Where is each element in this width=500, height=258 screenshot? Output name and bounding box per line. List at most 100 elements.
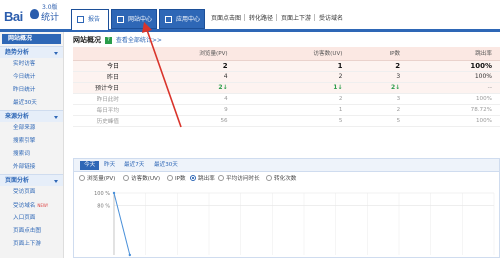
sidebar-item-click-map[interactable]: 页面点击图 (0, 225, 63, 238)
cell-uv: 2 (235, 71, 351, 83)
nav-conversion-path[interactable]: 转化路径 (249, 13, 273, 22)
nav-click-map[interactable]: 页面点击图 (211, 13, 241, 22)
table-row-daily-average: 每日平均 9 1 2 78.72% (73, 104, 500, 116)
tab-site-center[interactable]: 网站中心 (111, 9, 157, 29)
sidebar-item-realtime[interactable]: 实时访客 (0, 58, 63, 71)
section-label: 来源分析 (5, 113, 30, 120)
sidebar-item-all-sources[interactable]: 全部来源 (0, 122, 63, 135)
main-content: 网站概况 ? 查看全部统计>> 浏览量(PV) 访客数(UV) IP数 跳出率 … (68, 32, 500, 258)
tab-label: 报告 (88, 16, 101, 23)
cell-bounce: 100% (408, 115, 500, 127)
new-badge: NEW! (37, 203, 49, 208)
radio-selected-icon (190, 175, 196, 181)
baidu-tongji-logo[interactable]: Bai 3.0版 统计 (4, 3, 66, 29)
table-row-historical-peak: 历史峰值 56 5 5 100% (73, 115, 500, 127)
sidebar-section-source[interactable]: 来源分析 (0, 110, 63, 122)
table-row-predicted: 预计今日 2↓ 1↓ 2↓ -- (73, 82, 500, 94)
range-yesterday[interactable]: 昨天 (104, 161, 115, 170)
radio-icon (79, 175, 85, 181)
range-last7[interactable]: 最近7天 (124, 161, 144, 170)
tab-app-center[interactable]: 应用中心 (159, 9, 205, 29)
page-title: 网站概况 (73, 36, 101, 44)
table-row-yesterday: 昨日 4 2 3 100% (73, 71, 500, 83)
cell-bounce: 100% (408, 93, 500, 105)
range-last30[interactable]: 最近30天 (154, 161, 178, 170)
metric-avg-duration[interactable]: 平均访问时长 (218, 175, 260, 183)
y-tick-label: 100 % (94, 191, 110, 197)
nav-visited-domains[interactable]: 受访域名 (319, 13, 343, 22)
metric-ip[interactable]: IP数 (167, 175, 186, 183)
sidebar-item-today[interactable]: 今日统计 (0, 71, 63, 84)
sidebar-item-yesterday[interactable]: 昨日统计 (0, 84, 63, 97)
cell-bounce: 100% (408, 60, 500, 72)
metric-selector: 浏览量(PV) 访客数(UV) IP数 跳出率 平均访问时长 转化次数 (74, 172, 499, 186)
sidebar-item-entry-pages[interactable]: 入口页面 (0, 212, 63, 225)
cell-pv: 2↓ (123, 82, 236, 94)
metric-label: IP数 (175, 176, 186, 182)
cell-pv: 9 (123, 104, 236, 116)
range-today[interactable]: 今天 (80, 161, 100, 170)
radio-icon (167, 175, 173, 181)
table-row-today: 今日 2 1 2 100% (73, 60, 500, 72)
cell-bounce: -- (408, 82, 500, 94)
cell-uv: 1↓ (235, 82, 351, 94)
row-label: 每日平均 (73, 104, 123, 116)
trend-panel: 今天 昨天 最近7天 最近30天 浏览量(PV) 访客数(UV) IP数 跳出率… (73, 158, 500, 258)
nav-page-flow[interactable]: 页面上下游 (281, 13, 311, 22)
cell-uv: 1 (235, 104, 351, 116)
cell-pv: 4 (123, 93, 236, 105)
sidebar-item-search-engine[interactable]: 搜索引擎 (0, 135, 63, 148)
report-icon (77, 16, 84, 23)
help-icon[interactable]: ? (104, 37, 112, 44)
nav-separator (276, 14, 277, 21)
cell-uv: 2 (235, 93, 351, 105)
cell-uv: 1 (235, 60, 351, 72)
sidebar-item-page-flow[interactable]: 页面上下游 (0, 238, 63, 251)
metric-label: 跳出率 (198, 176, 215, 182)
section-label: 趋势分析 (5, 49, 30, 56)
down-arrow-icon: ↓ (337, 84, 343, 91)
row-label: 历史峰值 (73, 115, 123, 127)
column-header: 访客数(UV) (235, 47, 351, 61)
view-all-stats-link[interactable]: 查看全部统计>> (116, 37, 162, 44)
down-arrow-icon: ↓ (395, 84, 401, 91)
metric-bounce-rate[interactable]: 跳出率 (190, 175, 215, 183)
sidebar-section-pages[interactable]: 页面分析 (0, 174, 63, 186)
cell-ip: 3 (350, 93, 409, 105)
sidebar-item-external-links[interactable]: 外部链接 (0, 161, 63, 174)
metric-conversions[interactable]: 转化次数 (266, 175, 296, 183)
collapse-triangle-icon (54, 52, 58, 55)
nav-separator (244, 14, 245, 21)
metric-label: 访客数(UV) (131, 176, 161, 182)
cell-ip: 2 (350, 104, 409, 116)
sidebar-item-last30[interactable]: 最近30天 (0, 97, 63, 110)
metric-uv[interactable]: 访客数(UV) (123, 175, 160, 183)
sidebar-section-trend[interactable]: 趋势分析 (0, 46, 63, 58)
cell-pv: 4 (123, 71, 236, 83)
cell-ip: 2↓ (350, 82, 409, 94)
sidebar-item-visited-domains[interactable]: 受访域名 NEW! (0, 199, 63, 212)
data-point[interactable] (128, 253, 132, 257)
table-header-row: 浏览量(PV) 访客数(UV) IP数 跳出率 (73, 47, 500, 61)
site-icon (117, 16, 124, 23)
series-line (113, 192, 131, 256)
tab-label: 应用中心 (176, 16, 201, 23)
logo-text: Bai (4, 9, 23, 24)
metric-pv[interactable]: 浏览量(PV) (79, 175, 115, 183)
sidebar-item-overview[interactable]: 网站概况 (2, 34, 61, 44)
sidebar-item-visited-pages[interactable]: 受访页面 (0, 186, 63, 199)
radio-icon (266, 175, 272, 181)
table-row-yesterday-now: 昨日此时 4 2 3 100% (73, 93, 500, 105)
section-label: 页面分析 (5, 177, 30, 184)
metric-label: 转化次数 (274, 176, 297, 182)
sidebar-item-search-words[interactable]: 搜索词 (0, 148, 63, 161)
cell-ip: 5 (350, 115, 409, 127)
metric-label: 平均访问时长 (226, 176, 260, 182)
data-point[interactable] (112, 191, 116, 195)
item-label: 受访域名 (13, 203, 36, 209)
down-arrow-icon: ↓ (222, 84, 228, 91)
cell-bounce: 78.72% (408, 104, 500, 116)
tab-report[interactable]: 报告 (71, 9, 109, 30)
collapse-triangle-icon (54, 116, 58, 119)
radio-icon (123, 175, 129, 181)
